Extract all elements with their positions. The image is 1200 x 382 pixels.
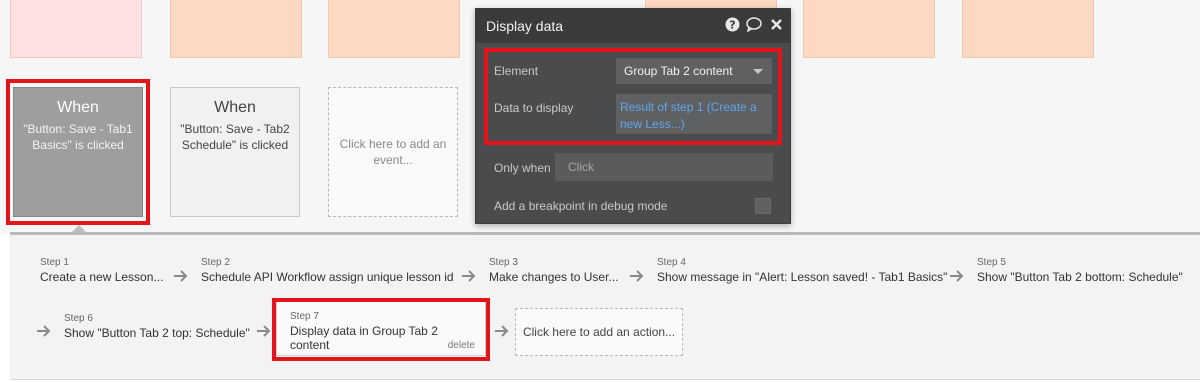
add-event-button[interactable]: Click here to add an event... xyxy=(328,87,458,217)
arrow-right-icon xyxy=(174,270,188,282)
step-number: Step 6 xyxy=(64,313,93,324)
breakpoint-label: Add a breakpoint in debug mode xyxy=(494,199,668,213)
editor-title: Display data xyxy=(486,18,564,34)
step-label: Make changes to User... xyxy=(489,270,619,284)
only-when-input[interactable]: Click xyxy=(555,153,773,181)
step-label: Create a new Lesson... xyxy=(40,270,164,284)
actions-panel xyxy=(10,232,1200,380)
step-number: Step 2 xyxy=(201,257,230,268)
data-to-display-label: Data to display xyxy=(494,101,574,115)
step-number: Step 5 xyxy=(977,257,1006,268)
step-number: Step 3 xyxy=(489,257,518,268)
step-number: Step 4 xyxy=(657,257,686,268)
help-icon[interactable]: ? xyxy=(724,16,740,32)
add-action-button[interactable]: Click here to add an action... xyxy=(515,308,683,356)
arrow-right-icon xyxy=(495,325,509,337)
step-7[interactable]: Step 7 Display data in Group Tab 2 conte… xyxy=(276,301,486,356)
event-card-save-tab1[interactable]: When "Button: Save - Tab1 Basics" is cli… xyxy=(13,87,143,217)
add-event-label: Click here to add an event... xyxy=(339,137,447,167)
event-card-save-tab2[interactable]: When "Button: Save - Tab2 Schedule" is c… xyxy=(170,87,300,217)
event-block[interactable] xyxy=(328,0,460,58)
selected-caret xyxy=(72,225,86,232)
event-block[interactable] xyxy=(962,0,1094,58)
step-5[interactable]: Step 5 Show "Button Tab 2 bottom: Schedu… xyxy=(977,257,1183,284)
only-when-label: Only when xyxy=(494,161,551,175)
arrow-right-icon xyxy=(950,270,964,282)
step-4[interactable]: Step 4 Show message in "Alert: Lesson sa… xyxy=(657,257,947,284)
comment-icon[interactable] xyxy=(746,16,762,32)
event-description: "Button: Save - Tab1 Basics" is clicked xyxy=(23,122,133,152)
step-number: Step 7 xyxy=(290,311,319,322)
svg-text:?: ? xyxy=(729,18,735,31)
close-icon[interactable] xyxy=(768,16,784,32)
event-block[interactable] xyxy=(803,0,935,58)
element-label: Element xyxy=(494,64,539,78)
arrow-right-icon xyxy=(630,270,644,282)
event-when-label: When xyxy=(57,99,99,116)
event-block[interactable] xyxy=(10,0,142,58)
event-when-label: When xyxy=(214,99,256,116)
step-number: Step 1 xyxy=(40,257,69,268)
element-dropdown[interactable]: Group Tab 2 content xyxy=(616,58,772,84)
expression-line: Result of step 1 (Create a xyxy=(620,100,757,114)
breakpoint-checkbox[interactable] xyxy=(755,198,771,214)
event-description: "Button: Save - Tab2 Schedule" is clicke… xyxy=(180,122,290,152)
step-label: Show "Button Tab 2 bottom: Schedule" xyxy=(977,270,1183,284)
arrow-right-icon xyxy=(257,325,271,337)
step-1[interactable]: Step 1 Create a new Lesson... xyxy=(40,257,163,284)
data-to-display-expression[interactable]: Result of step 1 (Create a new Less...) xyxy=(616,94,772,134)
arrow-right-icon xyxy=(37,325,51,337)
step-label: Show message in "Alert: Lesson saved! - … xyxy=(657,270,948,284)
chevron-down-icon xyxy=(753,69,763,74)
step-label: Display data in Group Tab 2 content xyxy=(290,324,438,352)
step-label: Schedule API Workflow assign unique less… xyxy=(201,270,454,284)
event-block[interactable] xyxy=(170,0,302,58)
delete-step-link[interactable]: delete xyxy=(448,340,475,351)
arrow-right-icon xyxy=(462,270,476,282)
step-3[interactable]: Step 3 Make changes to User... xyxy=(489,257,618,284)
element-dropdown-value: Group Tab 2 content xyxy=(624,64,733,78)
step-2[interactable]: Step 2 Schedule API Workflow assign uniq… xyxy=(201,257,454,284)
editor-header: Display data ? xyxy=(476,9,790,43)
expression-line: new Less...) xyxy=(620,117,685,131)
step-label: Show "Button Tab 2 top: Schedule" xyxy=(64,326,250,340)
step-6[interactable]: Step 6 Show "Button Tab 2 top: Schedule" xyxy=(64,313,250,340)
